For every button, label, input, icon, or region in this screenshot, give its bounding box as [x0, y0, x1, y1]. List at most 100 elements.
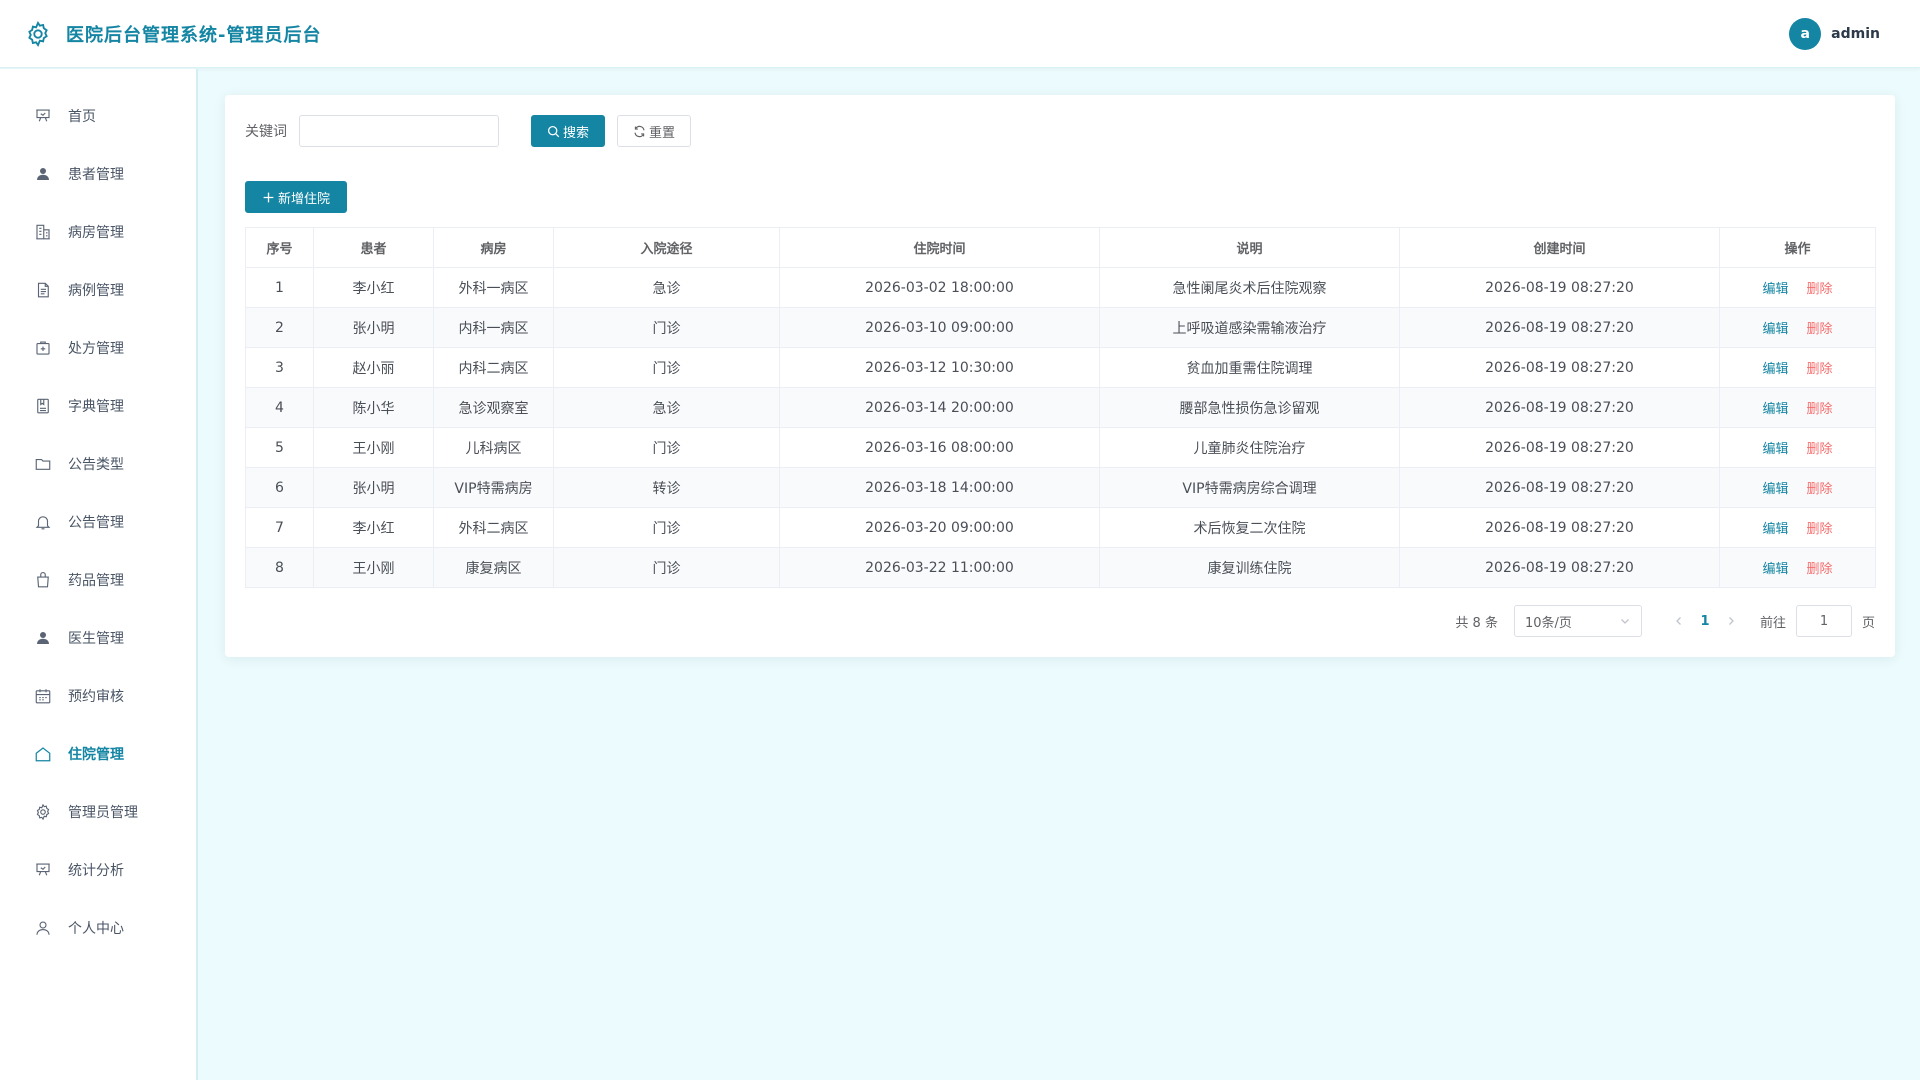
table-cell: 1: [245, 267, 314, 308]
edit-button[interactable]: 编辑: [1762, 322, 1788, 337]
edit-button[interactable]: 编辑: [1762, 282, 1788, 297]
page-size-select[interactable]: 10条/页: [1513, 605, 1642, 637]
table-row: 2 张小明 内科一病区 门诊 2026-03-10 09:00:00 上呼吸道感染需输液治…: [245, 307, 1876, 348]
user-filled-icon: [37, 632, 49, 644]
sidebar-item-hospitalization[interactable]: 住院管理: [0, 725, 196, 783]
table-cell: 2026-03-10 09:00:00: [779, 307, 1100, 348]
sidebar-item-medicines[interactable]: 药品管理: [0, 551, 196, 609]
page-number-current[interactable]: 1: [1690, 614, 1720, 629]
table-row: 8 王小刚 康复病区 门诊 2026-03-22 11:00:00 康复训练住院 2026-…: [245, 547, 1876, 588]
sidebar-item-patients[interactable]: 患者管理: [0, 145, 196, 203]
delete-button[interactable]: 删除: [1807, 442, 1833, 457]
edit-button[interactable]: 编辑: [1762, 562, 1788, 577]
brand: 医院后台管理系统-管理员后台: [24, 20, 321, 48]
delete-button[interactable]: 删除: [1807, 562, 1833, 577]
folder-icon: [35, 458, 51, 470]
table-cell: 2026-08-19 08:27:20: [1399, 507, 1720, 548]
table-cell: 2026-03-02 18:00:00: [779, 267, 1100, 308]
calendar-icon: [35, 689, 51, 704]
table-cell: 急诊: [553, 387, 780, 428]
column-header: 说明: [1099, 227, 1400, 268]
presentation-icon: [36, 863, 50, 876]
table-cell: 李小红: [313, 507, 434, 548]
table-row: 7 李小红 外科二病区 门诊 2026-03-20 09:00:00 术后恢复二次住院 20…: [245, 507, 1876, 548]
table-cell: 上呼吸道感染需输液治疗: [1099, 307, 1400, 348]
column-header: 序号: [245, 227, 314, 268]
edit-button[interactable]: 编辑: [1762, 482, 1788, 497]
table-cell: 张小明: [313, 467, 434, 508]
delete-button[interactable]: 删除: [1807, 402, 1833, 417]
column-header: 创建时间: [1399, 227, 1720, 268]
next-page-button[interactable]: [1720, 605, 1742, 637]
delete-button[interactable]: 删除: [1807, 522, 1833, 537]
refresh-icon: [634, 125, 645, 137]
table-row: 3 赵小丽 内科二病区 门诊 2026-03-12 10:30:00 贫血加重需住院调理 2…: [245, 347, 1876, 388]
edit-button[interactable]: 编辑: [1762, 522, 1788, 537]
add-button-label: 新增住院: [277, 191, 330, 207]
search-button[interactable]: 搜索: [531, 115, 605, 147]
table-cell: 7: [245, 507, 314, 548]
plus-icon: [263, 192, 274, 202]
sidebar-item-label: 预约审核: [68, 689, 124, 705]
chevron-right-icon: [1729, 617, 1734, 625]
table-cell: 儿童肺炎住院治疗: [1099, 427, 1400, 468]
table-cell-actions: 编辑 删除: [1719, 347, 1876, 388]
sidebar-item-admins[interactable]: 管理员管理: [0, 783, 196, 841]
reset-button[interactable]: 重置: [617, 115, 691, 147]
goto-label: 前往: [1759, 615, 1786, 631]
sidebar-item-notice-types[interactable]: 公告类型: [0, 435, 196, 493]
sidebar-item-statistics[interactable]: 统计分析: [0, 841, 196, 899]
goto-page-input[interactable]: [1795, 605, 1852, 637]
table-cell: 3: [245, 347, 314, 388]
table-cell: 内科一病区: [433, 307, 554, 348]
table-cell: 2026-08-19 08:27:20: [1399, 547, 1720, 588]
sidebar-item-label: 统计分析: [68, 863, 124, 879]
delete-button[interactable]: 删除: [1807, 282, 1833, 297]
sidebar-item-home[interactable]: 首页: [0, 87, 196, 145]
edit-button[interactable]: 编辑: [1762, 442, 1788, 457]
bag-icon: [37, 571, 49, 588]
table-cell: 门诊: [553, 507, 780, 548]
building-icon: [36, 224, 50, 240]
edit-button[interactable]: 编辑: [1762, 362, 1788, 377]
table-cell: 张小明: [313, 307, 434, 348]
sidebar-item-appointments[interactable]: 预约审核: [0, 667, 196, 725]
keyword-input[interactable]: [299, 115, 499, 147]
delete-button[interactable]: 删除: [1807, 322, 1833, 337]
sidebar-item-label: 首页: [68, 109, 96, 125]
sidebar-item-notices[interactable]: 公告管理: [0, 493, 196, 551]
sidebar-item-profile[interactable]: 个人中心: [0, 899, 196, 957]
app-title: 医院后台管理系统-管理员后台: [66, 24, 322, 46]
search-bar: 关键词 搜索 重置: [245, 115, 1875, 147]
prev-page-button[interactable]: [1668, 605, 1690, 637]
sidebar-item-wards[interactable]: 病房管理: [0, 203, 196, 261]
sidebar-item-prescriptions[interactable]: 处方管理: [0, 319, 196, 377]
sidebar-item-dictionary[interactable]: 字典管理: [0, 377, 196, 435]
sidebar-item-label: 药品管理: [68, 573, 124, 589]
sidebar-item-label: 病房管理: [68, 225, 124, 241]
delete-button[interactable]: 删除: [1807, 482, 1833, 497]
user-menu[interactable]: a admin: [1789, 17, 1880, 50]
user-outline-icon: [36, 921, 50, 935]
column-header: 入院途径: [553, 227, 780, 268]
table-cell: 2026-08-19 08:27:20: [1399, 267, 1720, 308]
table-cell: 术后恢复二次住院: [1099, 507, 1400, 548]
table-cell-actions: 编辑 删除: [1719, 427, 1876, 468]
table-cell: 4: [245, 387, 314, 428]
table-cell: 外科一病区: [433, 267, 554, 308]
username[interactable]: admin: [1831, 26, 1880, 42]
add-hospitalization-button[interactable]: 新增住院: [245, 181, 347, 213]
avatar[interactable]: a: [1789, 17, 1822, 50]
column-header: 操作: [1719, 227, 1876, 268]
chevron-down-icon: [1621, 619, 1629, 624]
delete-button[interactable]: 删除: [1807, 362, 1833, 377]
table-cell-actions: 编辑 删除: [1719, 467, 1876, 508]
table-cell: 转诊: [553, 467, 780, 508]
table-cell: 门诊: [553, 547, 780, 588]
table-cell: 2: [245, 307, 314, 348]
house-icon: [35, 747, 51, 762]
sidebar-item-cases[interactable]: 病例管理: [0, 261, 196, 319]
edit-button[interactable]: 编辑: [1762, 402, 1788, 417]
table-cell: 康复病区: [433, 547, 554, 588]
sidebar-item-doctors[interactable]: 医生管理: [0, 609, 196, 667]
